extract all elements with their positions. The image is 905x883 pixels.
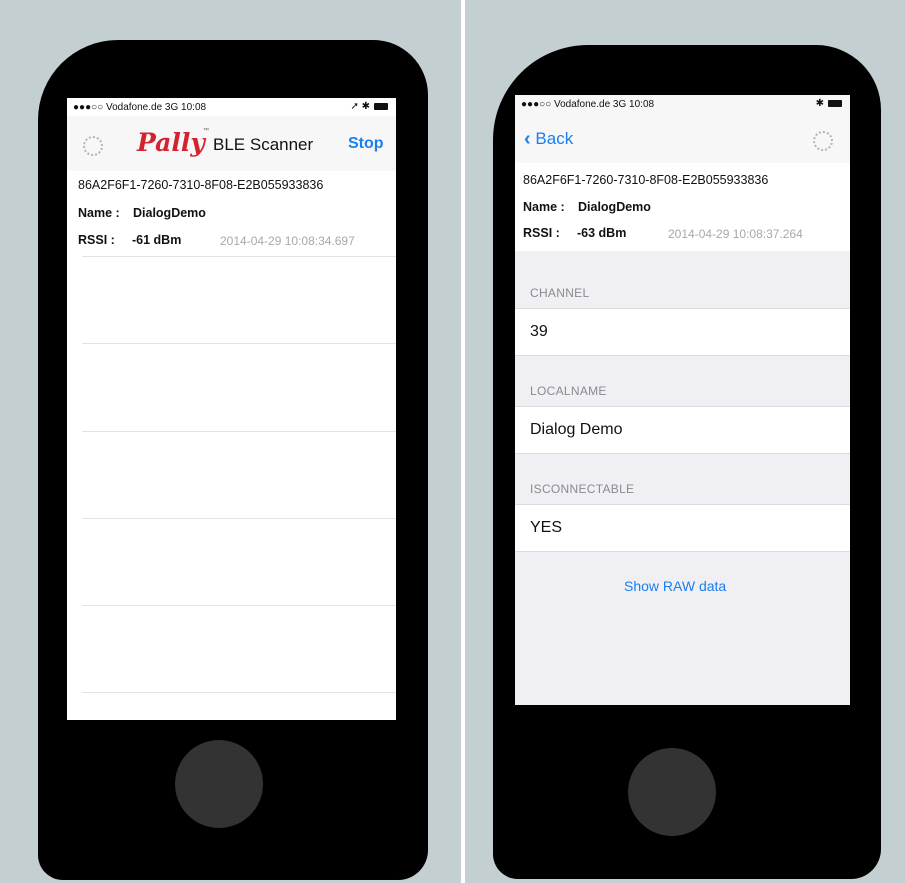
localname-value: Dialog Demo [530, 421, 623, 438]
isconnectable-value: YES [530, 519, 563, 536]
isconnectable-cell: YES [515, 504, 850, 552]
chevron-left-icon: ‹ [524, 128, 531, 150]
home-button[interactable] [175, 740, 263, 828]
status-bar: ●●●○○ Vodafone.de 3G 10:08 ✱ [515, 95, 850, 113]
location-bluetooth-icon: ➚ ✱ [350, 101, 370, 112]
row-separator [82, 692, 396, 693]
status-bar: ●●●○○ Vodafone.de 3G 10:08 ➚ ✱ [67, 98, 396, 116]
rssi-value: -63 dBm [577, 226, 627, 240]
show-raw-data-link[interactable]: Show RAW data [624, 578, 726, 594]
activity-spinner-icon [83, 136, 103, 156]
device-name: DialogDemo [578, 200, 651, 214]
navigation-bar: Pally ™ BLE Scanner Stop [67, 116, 396, 171]
row-separator [82, 605, 396, 606]
section-header-channel: CHANNEL [530, 286, 590, 300]
status-icons: ➚ ✱ [350, 101, 388, 112]
scan-timestamp: 2014-04-29 10:08:34.697 [220, 234, 355, 248]
channel-cell: 39 [515, 308, 850, 356]
row-separator [82, 343, 396, 344]
name-label: Name : [78, 206, 120, 220]
device-info: 86A2F6F1-7260-7310-8F08-E2B055933836 Nam… [515, 163, 850, 251]
pally-logo: Pally [137, 128, 205, 157]
battery-icon [828, 99, 842, 107]
scanner-screen: ●●●○○ Vodafone.de 3G 10:08 ➚ ✱ Pally ™ B… [67, 98, 396, 720]
device-name: DialogDemo [133, 206, 206, 220]
localname-cell: Dialog Demo [515, 406, 850, 454]
back-label: Back [535, 129, 574, 148]
home-button[interactable] [628, 748, 716, 836]
row-separator [82, 256, 396, 257]
name-label: Name : [523, 200, 565, 214]
activity-spinner-icon [813, 131, 833, 151]
scan-timestamp: 2014-04-29 10:08:37.264 [668, 227, 803, 241]
section-header-isconnectable: ISCONNECTABLE [530, 482, 635, 496]
logo-trademark: ™ [203, 128, 209, 134]
device-uuid: 86A2F6F1-7260-7310-8F08-E2B055933836 [78, 178, 324, 192]
row-separator [82, 431, 396, 432]
section-header-localname: LOCALNAME [530, 384, 607, 398]
channel-value: 39 [530, 323, 548, 340]
stop-button[interactable]: Stop [348, 135, 384, 153]
rssi-value: -61 dBm [132, 233, 182, 247]
bluetooth-icon: ✱ [815, 98, 824, 109]
rssi-label: RSSI : [523, 226, 560, 240]
device-list-item[interactable]: 86A2F6F1-7260-7310-8F08-E2B055933836 Nam… [67, 171, 396, 256]
back-button[interactable]: ‹ Back [524, 127, 573, 150]
carrier-label: ●●●○○ Vodafone.de 3G 10:08 [73, 102, 207, 113]
rssi-label: RSSI : [78, 233, 115, 247]
page-title: BLE Scanner [213, 135, 314, 154]
battery-icon [374, 102, 388, 110]
carrier-label: ●●●○○ Vodafone.de 3G 10:08 [521, 99, 655, 110]
navigation-bar: ‹ Back [515, 113, 850, 163]
status-icons: ✱ [816, 98, 842, 109]
device-uuid: 86A2F6F1-7260-7310-8F08-E2B055933836 [523, 173, 769, 187]
device-detail-screen: ●●●○○ Vodafone.de 3G 10:08 ✱ ‹ Back 86A2… [515, 95, 850, 705]
row-separator [82, 518, 396, 519]
